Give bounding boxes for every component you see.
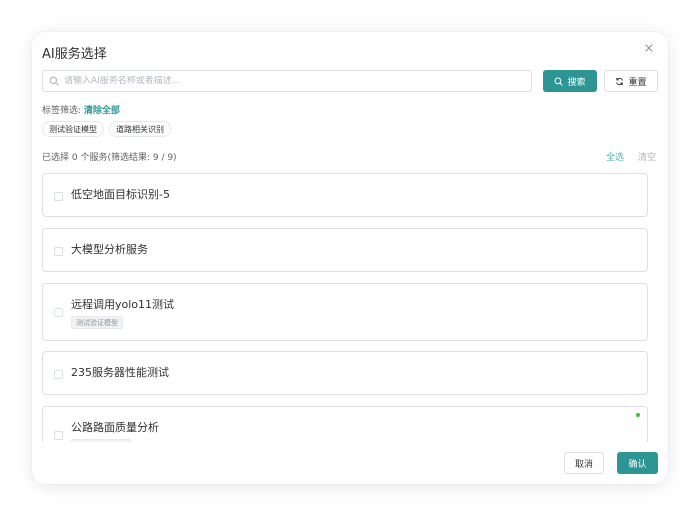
tag-filter-label: 标签筛选: 清除全部 [42, 103, 120, 116]
service-name: 低空地面目标识别-5 [71, 188, 170, 201]
tag-filter-text: 标签筛选: [42, 106, 82, 116]
status-dot [636, 413, 640, 417]
select-all-link[interactable]: 全选 [606, 150, 624, 163]
service-name: 大模型分析服务 [71, 243, 148, 256]
close-icon[interactable] [642, 41, 656, 55]
dialog-title: AI服务选择 [42, 47, 107, 62]
service-checkbox[interactable] [54, 192, 63, 201]
tag-chip-test-model[interactable]: 测试验证模型 [42, 121, 104, 137]
tag-chip-row: 测试验证模型 道路相关识别 [42, 121, 171, 137]
search-icon [554, 76, 564, 86]
confirm-button[interactable]: 确认 [617, 452, 658, 474]
refresh-icon [616, 77, 624, 85]
service-name: 远程调用yolo11测试 [71, 298, 175, 311]
service-checkbox[interactable] [54, 247, 63, 256]
service-tag [71, 439, 131, 442]
service-card[interactable]: 公路路面质量分析 [42, 406, 648, 442]
reset-button-label: 重置 [628, 77, 647, 88]
selection-summary: 已选择 0 个服务(筛选结果: 9 / 9) [42, 153, 177, 163]
service-card[interactable]: 大模型分析服务 [42, 228, 648, 272]
cancel-button[interactable]: 取消 [564, 452, 604, 474]
reset-button[interactable]: 重置 [604, 70, 658, 92]
service-card[interactable]: 远程调用yolo11测试 测试验证模型 [42, 283, 648, 341]
clear-selection-link[interactable]: 清空 [638, 150, 656, 163]
search-input[interactable] [64, 76, 504, 86]
service-checkbox[interactable] [54, 431, 63, 440]
tag-chip-road-recognition[interactable]: 道路相关识别 [109, 121, 171, 137]
search-icon [49, 76, 59, 86]
search-button-label: 搜索 [567, 77, 586, 88]
service-checkbox[interactable] [54, 370, 63, 379]
service-list[interactable]: 低空地面目标识别-5 大模型分析服务 远程调用yolo11测试 测试验证模型 2… [42, 173, 648, 442]
service-name: 235服务器性能测试 [71, 366, 169, 379]
service-card[interactable]: 235服务器性能测试 [42, 351, 648, 395]
service-checkbox[interactable] [54, 308, 63, 317]
ai-service-dialog: AI服务选择 搜索 重置 标签筛选: 清除全部 测试验证模型 道路相关识别 已选… [32, 32, 668, 484]
search-input-wrapper[interactable] [42, 70, 532, 92]
search-button[interactable]: 搜索 [543, 70, 597, 92]
service-tag: 测试验证模型 [71, 316, 123, 329]
service-card[interactable]: 低空地面目标识别-5 [42, 173, 648, 217]
service-name: 公路路面质量分析 [71, 421, 159, 434]
clear-all-tags-link[interactable]: 清除全部 [84, 106, 120, 116]
